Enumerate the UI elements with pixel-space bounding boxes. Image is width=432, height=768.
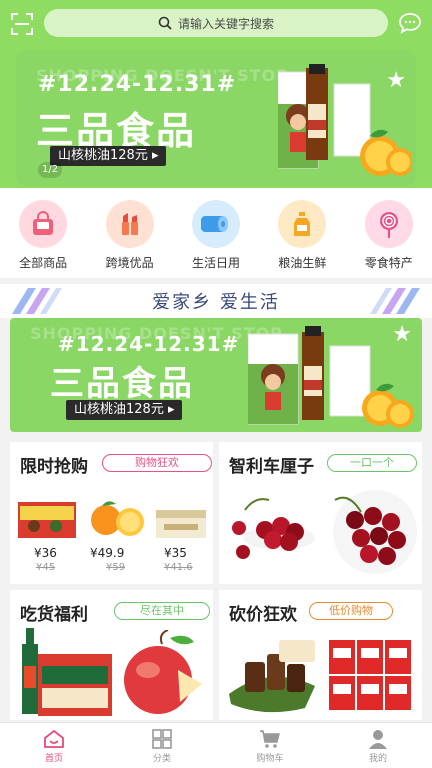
section-badge: 低价购物: [309, 602, 393, 620]
user-icon: [369, 730, 387, 749]
oil-product-image: [278, 64, 412, 176]
slogan-strip: 爱家乡 爱生活: [0, 284, 432, 318]
item-price: ¥36: [34, 546, 57, 560]
category-label: 粮油生鲜: [278, 256, 327, 270]
gift-box-image: [18, 502, 76, 538]
cherry-image: [232, 490, 417, 574]
category-label: 生活日用: [191, 256, 240, 270]
item-original-price: ¥45: [36, 562, 56, 573]
search-icon: [158, 16, 172, 30]
category-cross-border[interactable]: 跨境优品: [90, 200, 170, 278]
category-label: 全部商品: [19, 256, 68, 270]
nav-label: 分类: [152, 754, 171, 764]
shopping-bag-icon: [19, 200, 68, 248]
section-badge: 一口一个: [327, 454, 417, 472]
category-grain-oil[interactable]: 粮油生鲜: [262, 200, 342, 278]
bottom-navigation: 首页 分类 购物车 我的: [0, 722, 432, 768]
banner-pager: 1/2: [38, 162, 63, 178]
nav-label: 首页: [44, 754, 63, 764]
item-original-price: ¥41.6: [164, 562, 193, 573]
scan-icon[interactable]: [10, 12, 34, 36]
home-icon: [44, 729, 64, 748]
banner-price-tag: 山核桃油128元 ▸: [50, 146, 167, 166]
bargain-card[interactable]: 砍价狂欢 低价购物: [219, 590, 422, 720]
tissue-pack-image: [156, 510, 206, 538]
promo-banner-secondary[interactable]: SHOPPING DOESN'T STOP #12.24-12.31# 三品食品…: [10, 318, 422, 432]
banner-price-tag: 山核桃油128元 ▸: [66, 400, 183, 420]
banner-title: 三品食品: [50, 364, 194, 404]
oil-bottle-icon: [278, 200, 327, 248]
promo-banner[interactable]: SHOPPING DOESN'T STOP #12.24-12.31# 三品食品…: [16, 50, 416, 186]
category-all-products[interactable]: 全部商品: [3, 200, 83, 278]
category-daily-use[interactable]: 生活日用: [176, 200, 256, 278]
banner-date: #12.24-12.31#: [38, 72, 237, 97]
slogan-text: 爱家乡 爱生活: [152, 292, 280, 313]
category-snacks[interactable]: 零食特产: [349, 200, 429, 278]
category-label: 零食特产: [364, 256, 413, 270]
message-icon[interactable]: [398, 12, 422, 34]
jerky-image: [229, 640, 315, 713]
lipstick-icon: [105, 200, 154, 248]
nav-profile[interactable]: 我的: [324, 723, 432, 768]
section-title: 吃货福利: [20, 605, 88, 625]
nav-label: 我的: [368, 754, 387, 764]
section-badge: 尽在其中: [114, 602, 210, 620]
search-input[interactable]: 请输入关键字搜索: [44, 9, 388, 37]
lollipop-icon: [364, 200, 413, 248]
cherry-card[interactable]: 智利车厘子 一口一个: [219, 442, 422, 584]
banner-date: #12.24-12.31#: [58, 332, 240, 356]
section-title: 砍价狂欢: [229, 605, 297, 625]
search-placeholder: 请输入关键字搜索: [177, 16, 274, 31]
foodie-card[interactable]: 吃货福利 尽在其中: [10, 590, 213, 720]
item-price: ¥35: [164, 546, 187, 560]
item-original-price: ¥59: [106, 562, 126, 573]
section-title: 限时抢购: [20, 457, 88, 477]
oil-product-image: [248, 326, 414, 428]
nav-cart[interactable]: 购物车: [216, 723, 324, 768]
category-row: 全部商品 跨境优品 生活日用 粮油生鲜 零食特产: [0, 188, 432, 278]
orange-image: [91, 501, 144, 536]
grid-icon: [152, 729, 172, 749]
nav-home[interactable]: 首页: [0, 723, 108, 768]
item-price: ¥49.9: [90, 546, 125, 560]
section-title: 智利车厘子: [229, 457, 314, 477]
tissue-roll-icon: [191, 200, 240, 248]
cart-icon: [260, 730, 280, 748]
category-label: 跨境优品: [105, 256, 154, 270]
section-badge: 购物狂欢: [102, 454, 212, 472]
nav-category[interactable]: 分类: [108, 723, 216, 768]
nav-label: 购物车: [256, 754, 284, 764]
beer-pack-image: [22, 628, 112, 716]
snack-packs-image: [329, 640, 411, 710]
apple-image: [124, 630, 202, 714]
flash-sale-card[interactable]: 限时抢购 购物狂欢 ¥36 ¥45 ¥49.9 ¥59 ¥35 ¥41.6: [10, 442, 213, 584]
